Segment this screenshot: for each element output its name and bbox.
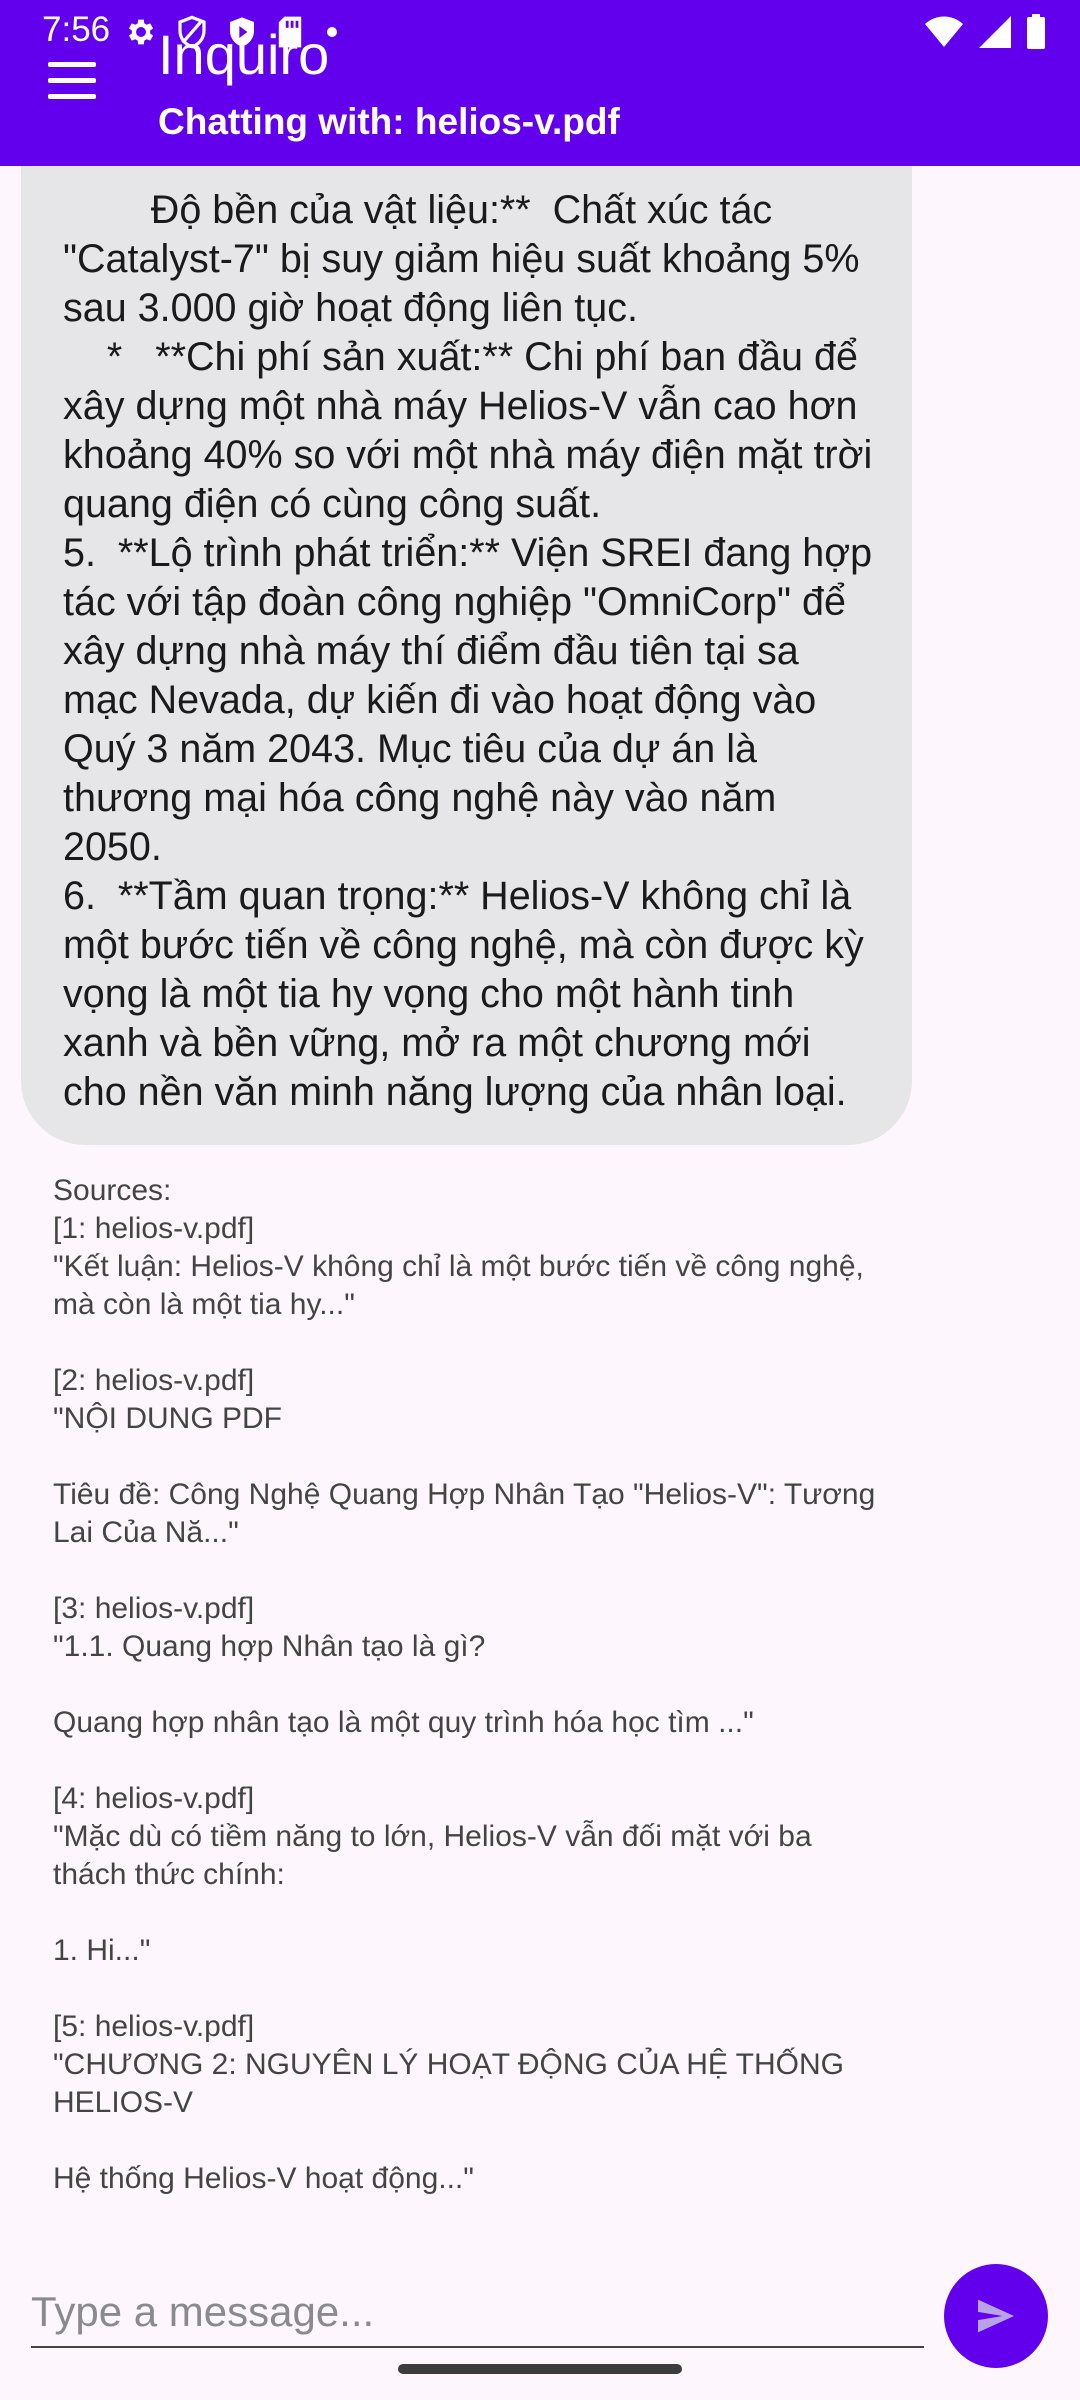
menu-button[interactable] (44, 56, 100, 108)
chat-subtitle: Chatting with: helios-v.pdf (158, 101, 620, 142)
send-icon (978, 2299, 1014, 2333)
send-button[interactable] (944, 2264, 1048, 2368)
app-bar: 7:56 Inquiro Chatting with: helios-v.pdf (0, 0, 1080, 166)
assistant-message-text: Độ bền của vật liệu:** Chất xúc tác "Cat… (63, 188, 873, 1114)
cellular-signal-icon (979, 16, 1011, 48)
status-time: 7:56 (42, 10, 111, 49)
message-sources: Sources: [1: helios-v.pdf] "Kết luận: He… (53, 1174, 876, 2195)
status-system-icons (924, 12, 1046, 52)
battery-icon (1027, 14, 1045, 49)
gear-icon (128, 19, 154, 45)
assistant-message-bubble: Độ bền của vật liệu:** Chất xúc tác "Cat… (21, 0, 912, 1145)
wifi-icon (925, 16, 963, 47)
chat-screen: Độ bền của vật liệu:** Chất xúc tác "Cat… (0, 0, 1080, 2400)
chat-message-list[interactable]: Độ bền của vật liệu:** Chất xúc tác "Cat… (0, 0, 1080, 2240)
home-indicator[interactable] (398, 2364, 682, 2374)
hamburger-menu-icon (48, 62, 96, 67)
message-input[interactable] (31, 2278, 924, 2348)
app-title: Inquiro (158, 23, 330, 86)
